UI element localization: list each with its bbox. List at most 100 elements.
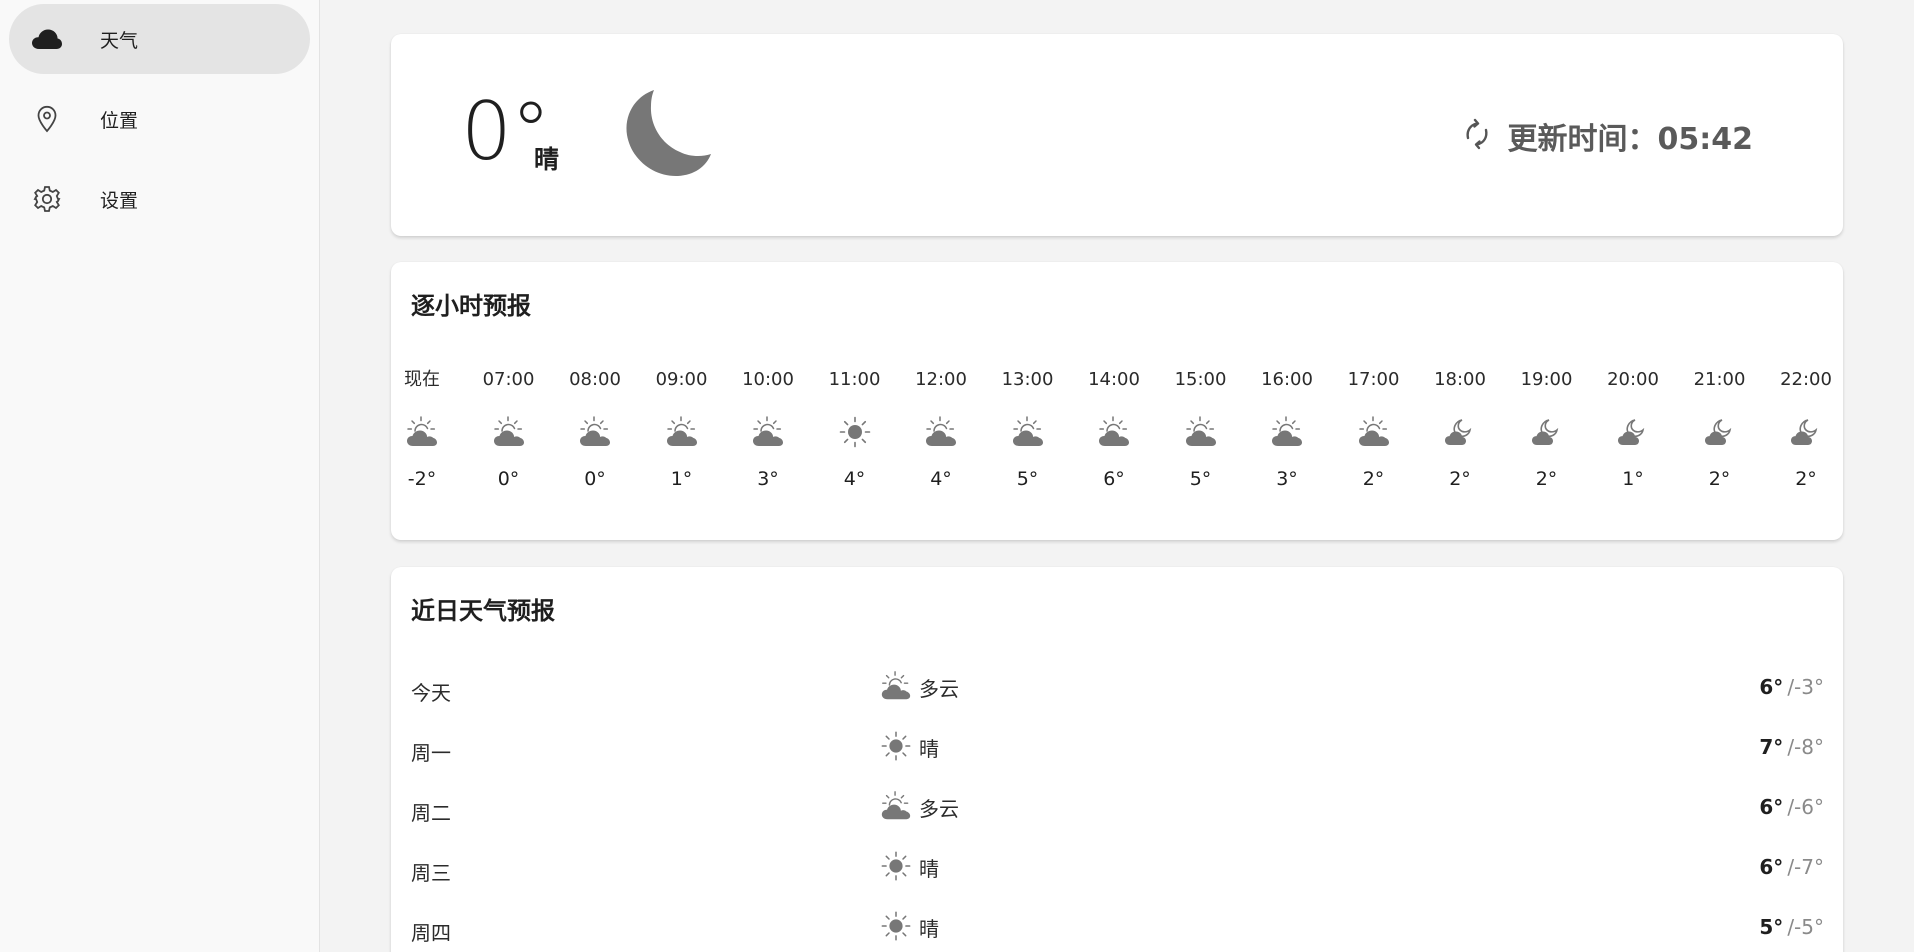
hourly-time: 13:00 (1001, 369, 1054, 390)
partly-cloudy-day-icon (1183, 414, 1219, 450)
hourly-temperature: 5° (1189, 468, 1212, 490)
daily-low: /-3° (1787, 675, 1824, 699)
location-pin-icon (31, 103, 63, 135)
hourly-time: 08:00 (569, 369, 621, 390)
hourly-time: 15:00 (1174, 369, 1227, 390)
hourly-item: 20:00 1° (1597, 368, 1669, 490)
hourly-item: 现在 -2° (386, 368, 458, 490)
sidebar-item-location[interactable]: 位置 (9, 84, 310, 154)
current-weather-card: 0° 晴 更新时间：05:42 (391, 34, 1843, 236)
daily-day: 周一 (411, 741, 451, 765)
partly-cloudy-day-icon (750, 414, 786, 450)
daily-condition: 多云 (919, 797, 959, 821)
hourly-time: 18:00 (1434, 369, 1486, 390)
daily-low: /-7° (1787, 855, 1824, 879)
hourly-item: 15:00 5° (1165, 368, 1237, 490)
hourly-time: 22:00 (1780, 369, 1832, 390)
sidebar-item-settings[interactable]: 设置 (9, 164, 310, 234)
partly-cloudy-night-icon (1702, 414, 1738, 450)
partly-cloudy-day-icon (1096, 414, 1132, 450)
daily-row: 周一 晴 7°/-8° (391, 727, 1843, 767)
hourly-time: 现在 (404, 369, 440, 390)
current-condition: 晴 (534, 145, 560, 174)
partly-cloudy-day-icon (1356, 414, 1392, 450)
daily-high: 6° (1759, 795, 1784, 819)
daily-high: 7° (1759, 735, 1784, 759)
sidebar: 天气 位置 设置 (0, 0, 320, 952)
sun-icon (837, 414, 873, 450)
hourly-temperature: 2° (1795, 468, 1817, 490)
hourly-temperature: 3° (1276, 468, 1298, 490)
hourly-time: 10:00 (742, 369, 794, 390)
daily-row: 周四 晴 5°/-5° (391, 907, 1843, 947)
daily-temperature-range: 7°/-8° (1759, 735, 1824, 759)
hourly-temperature: 0° (497, 468, 520, 490)
daily-day: 周三 (411, 861, 451, 885)
daily-row: 周二 多云 6°/-6° (391, 787, 1843, 827)
hourly-item: 21:00 2° (1684, 368, 1756, 490)
partly-cloudy-night-icon (1529, 414, 1565, 450)
update-status: 更新时间：05:42 (1460, 114, 1753, 158)
partly-cloudy-day-icon (923, 414, 959, 450)
partly-cloudy-day-icon (879, 789, 913, 823)
daily-forecast-title: 近日天气预报 (411, 597, 555, 625)
hourly-forecast-title: 逐小时预报 (411, 292, 531, 320)
hourly-time: 12:00 (915, 369, 967, 390)
hourly-time: 16:00 (1261, 369, 1313, 390)
sun-icon (879, 729, 913, 763)
weather-app: 天气 位置 设置 0° 晴 更新时间：05:42 逐小时预报 现在 -2° 07… (0, 0, 1914, 952)
hourly-time: 11:00 (828, 369, 881, 390)
hourly-time: 07:00 (482, 369, 535, 390)
hourly-item: 22:00 2° (1770, 368, 1842, 490)
daily-high: 6° (1759, 855, 1784, 879)
hourly-temperature: 4° (843, 468, 866, 490)
hourly-item: 08:00 0° (559, 368, 631, 490)
hourly-temperature: 0° (584, 468, 606, 490)
partly-cloudy-night-icon (1442, 414, 1478, 450)
daily-day: 周二 (411, 801, 451, 825)
daily-low: /-8° (1787, 735, 1824, 759)
hourly-item: 10:00 3° (732, 368, 804, 490)
partly-cloudy-day-icon (404, 414, 440, 450)
hourly-temperature: 5° (1016, 468, 1039, 490)
daily-condition: 多云 (919, 677, 959, 701)
sun-icon (879, 909, 913, 943)
daily-forecast-card: 近日天气预报 今天 多云 6°/-3° 周一 晴 7°/-8° 周二 多云 6°… (391, 567, 1843, 952)
daily-high: 6° (1759, 675, 1784, 699)
hourly-temperature: -2° (407, 468, 437, 490)
refresh-icon[interactable] (1460, 117, 1494, 155)
hourly-time: 21:00 (1693, 369, 1746, 390)
hourly-temperature: 2° (1362, 468, 1385, 490)
daily-high: 5° (1759, 915, 1784, 939)
hourly-forecast-card: 逐小时预报 现在 -2° 07:00 0° 08:00 0° 09:00 1° … (391, 262, 1843, 540)
partly-cloudy-day-icon (577, 414, 613, 450)
hourly-temperature: 1° (1622, 468, 1644, 490)
daily-low: /-5° (1787, 915, 1824, 939)
hourly-temperature: 2° (1708, 468, 1731, 490)
sun-icon (879, 849, 913, 883)
partly-cloudy-day-icon (879, 669, 913, 703)
hourly-time: 09:00 (655, 369, 708, 390)
hourly-item: 09:00 1° (646, 368, 718, 490)
hourly-time: 20:00 (1607, 369, 1659, 390)
hourly-item: 16:00 3° (1251, 368, 1323, 490)
gear-icon (31, 183, 63, 215)
hourly-item: 14:00 6° (1078, 368, 1150, 490)
hourly-item: 12:00 4° (905, 368, 977, 490)
cloud-icon (31, 23, 63, 55)
hourly-time: 14:00 (1088, 369, 1140, 390)
hourly-item: 13:00 5° (992, 368, 1064, 490)
sidebar-item-label: 位置 (100, 109, 139, 132)
daily-row: 周三 晴 6°/-7° (391, 847, 1843, 887)
daily-day: 今天 (411, 681, 451, 705)
hourly-temperature: 6° (1103, 468, 1125, 490)
daily-day: 周四 (411, 921, 451, 945)
hourly-temperature: 3° (757, 468, 779, 490)
daily-condition: 晴 (919, 857, 939, 881)
hourly-temperature: 1° (670, 468, 693, 490)
moon-icon (618, 88, 712, 186)
hourly-item: 07:00 0° (473, 368, 545, 490)
hourly-item: 18:00 2° (1424, 368, 1496, 490)
sidebar-item-weather[interactable]: 天气 (9, 4, 310, 74)
partly-cloudy-night-icon (1788, 414, 1824, 450)
